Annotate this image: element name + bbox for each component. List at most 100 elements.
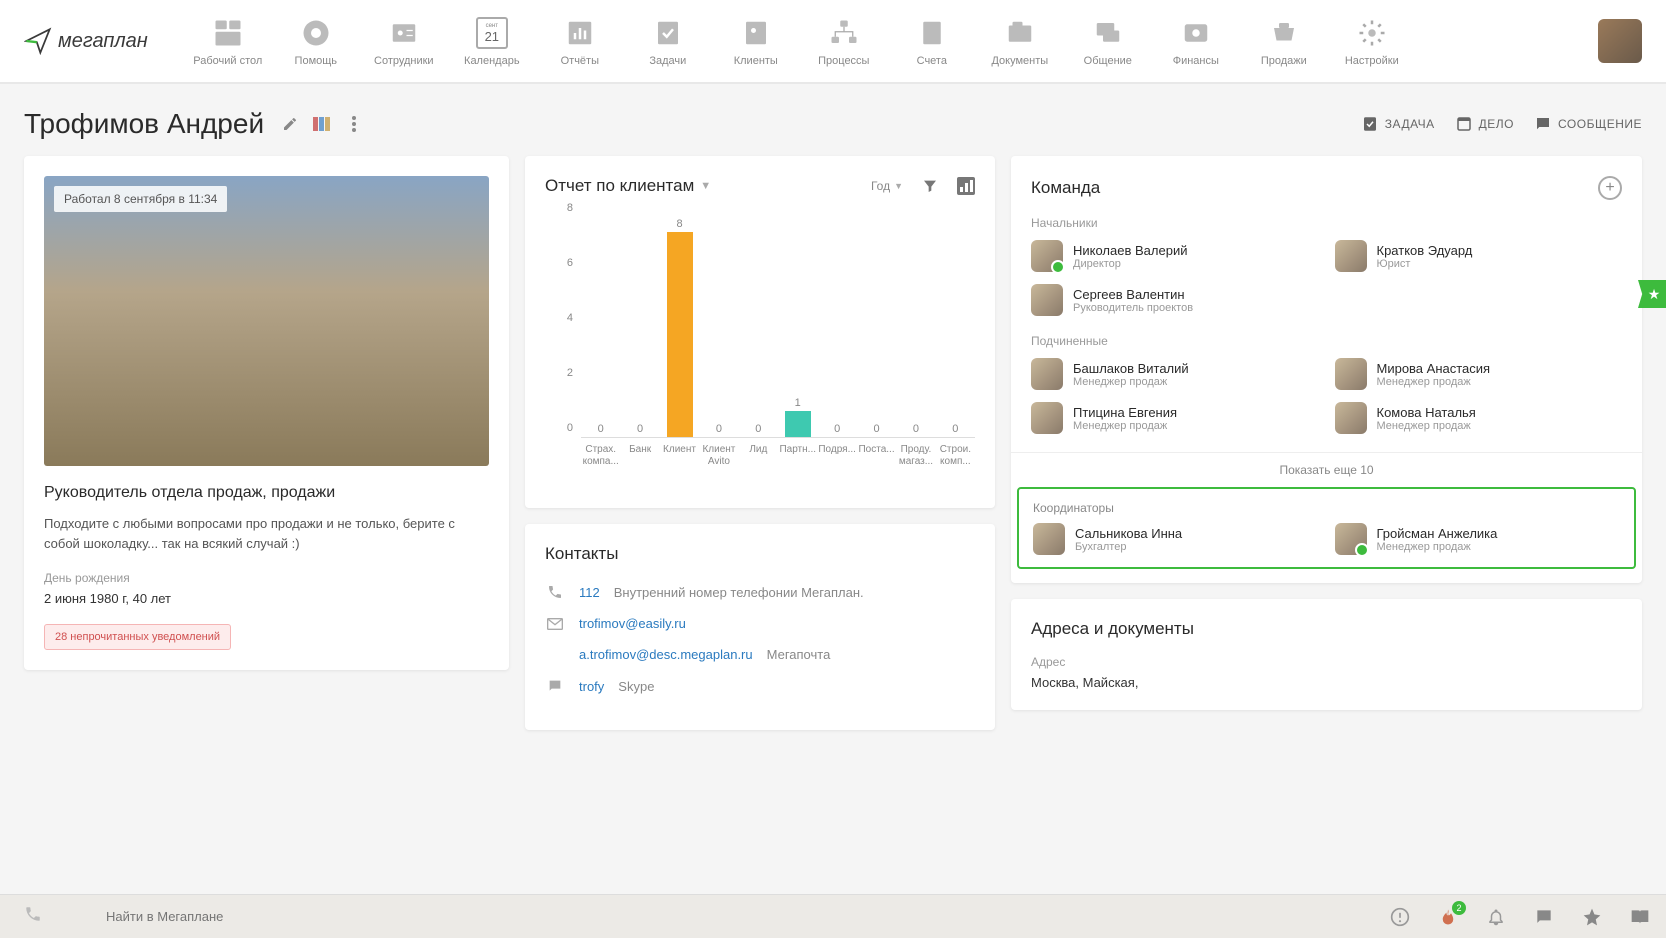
main-content: Работал 8 сентября в 11:34 Руководитель … (0, 156, 1666, 746)
invoices-icon (914, 15, 950, 51)
dial-icon[interactable] (16, 905, 82, 928)
bar-value-label: 0 (755, 423, 761, 435)
nav-processes[interactable]: Процессы (804, 15, 884, 67)
contact-email1-row: trofimov@easily.ru (545, 616, 975, 631)
skype-note: Skype (618, 679, 654, 694)
x-label: Банк (620, 444, 659, 468)
contacts-title: Контакты (545, 544, 975, 564)
address-card: Адреса и документы Адрес Москва, Майская… (1011, 599, 1642, 710)
person-role: Менеджер продаж (1073, 376, 1189, 388)
action-task[interactable]: ЗАДАЧА (1361, 115, 1435, 133)
action-todo[interactable]: ДЕЛО (1455, 115, 1514, 133)
nav-label: Помощь (295, 55, 338, 67)
person-name: Гройсман Анжелика (1377, 526, 1498, 541)
x-label: Партн... (778, 444, 817, 468)
action-message[interactable]: СООБЩЕНИЕ (1534, 115, 1642, 133)
skype-id[interactable]: trofy (579, 679, 604, 694)
person-avatar (1031, 358, 1063, 390)
more-icon[interactable] (344, 114, 364, 134)
person-role: Менеджер продаж (1377, 541, 1498, 553)
bar-chart: 02468 0080010000 Страх. компа...БанкКлие… (545, 208, 975, 488)
nav-settings[interactable]: Настройки (1332, 15, 1412, 67)
nav-label: Продажи (1261, 55, 1307, 67)
person-item[interactable]: Комова НатальяМенеджер продаж (1335, 402, 1623, 434)
nav-label: Клиенты (734, 55, 778, 67)
person-item[interactable]: Сергеев ВалентинРуководитель проектов (1031, 284, 1319, 316)
chat-icon[interactable] (1534, 907, 1554, 927)
nav-clients[interactable]: Клиенты (716, 15, 796, 67)
filter-icon[interactable] (921, 177, 939, 195)
x-label: Клиент (660, 444, 699, 468)
contacts-card: Контакты 112 Внутренний номер телефонии … (525, 524, 995, 730)
chart-type-icon[interactable] (957, 177, 975, 195)
notifications-badge[interactable]: 28 непрочитанных уведомлений (44, 624, 231, 650)
x-label: Строи. комп... (936, 444, 975, 468)
bar-column: 0 (581, 218, 620, 437)
subs-label: Подчиненные (1031, 334, 1622, 348)
nav-reports[interactable]: Отчёты (540, 15, 620, 67)
bar-column: 8 (660, 218, 699, 437)
x-label: Проду. магаз... (896, 444, 935, 468)
period-text: Год (871, 179, 890, 193)
clients-icon (738, 15, 774, 51)
person-item[interactable]: Гройсман АнжеликаМенеджер продаж (1335, 523, 1621, 555)
person-avatar (1031, 402, 1063, 434)
person-name: Птицина Евгения (1073, 405, 1177, 420)
nav-invoices[interactable]: Счета (892, 15, 972, 67)
profile-role: Руководитель отдела продаж, продажи (44, 484, 489, 502)
nav-tasks[interactable]: Задачи (628, 15, 708, 67)
person-avatar (1033, 523, 1065, 555)
nav-label: Общение (1084, 55, 1132, 67)
report-title-dropdown[interactable]: Отчет по клиентам ▼ (545, 176, 711, 196)
nav-dashboard[interactable]: Рабочий стол (188, 15, 268, 67)
global-search-input[interactable] (98, 901, 898, 932)
user-avatar[interactable] (1598, 19, 1642, 63)
nav-calendar[interactable]: сент21Календарь (452, 15, 532, 67)
bar-column: 0 (699, 218, 738, 437)
person-item[interactable]: Мирова АнастасияМенеджер продаж (1335, 358, 1623, 390)
nav-help[interactable]: Помощь (276, 15, 356, 67)
coord-grid: Сальникова ИннаБухгалтер Гройсман Анжелик… (1033, 523, 1620, 555)
star-icon[interactable] (1582, 907, 1602, 927)
person-item[interactable]: Башлаков ВиталийМенеджер продаж (1031, 358, 1319, 390)
profile-card: Работал 8 сентября в 11:34 Руководитель … (24, 156, 509, 670)
nav-label: Настройки (1345, 55, 1399, 67)
person-item[interactable]: Птицина ЕвгенияМенеджер продаж (1031, 402, 1319, 434)
top-navigation: мегаплан Рабочий стол Помощь Сотрудникисен… (0, 0, 1666, 84)
person-role: Менеджер продаж (1377, 376, 1491, 388)
todo-icon (1455, 115, 1473, 133)
person-name: Сергеев Валентин (1073, 287, 1193, 302)
person-item[interactable]: Кратков ЭдуардЮрист (1335, 240, 1623, 272)
nav-sales[interactable]: Продажи (1244, 15, 1324, 67)
alert-circle-icon[interactable] (1390, 907, 1410, 927)
period-dropdown[interactable]: Год ▼ (871, 179, 903, 193)
nav-chat[interactable]: Общение (1068, 15, 1148, 67)
email1[interactable]: trofimov@easily.ru (579, 616, 686, 631)
settings-icon (1354, 15, 1390, 51)
nav-finance[interactable]: Финансы (1156, 15, 1236, 67)
fire-icon[interactable]: 2 (1438, 907, 1458, 927)
bar-column: 0 (857, 218, 896, 437)
x-label: Лид (739, 444, 778, 468)
bosses-label: Начальники (1031, 216, 1622, 230)
task-icon (1361, 115, 1379, 133)
cards-icon[interactable] (312, 114, 332, 134)
tasks-icon (650, 15, 686, 51)
edit-icon[interactable] (280, 114, 300, 134)
add-team-member-button[interactable]: + (1598, 176, 1622, 200)
nav-employees[interactable]: Сотрудники (364, 15, 444, 67)
person-item[interactable]: Николаев ВалерийДиректор (1031, 240, 1319, 272)
show-more-button[interactable]: Показать еще 10 (1011, 452, 1642, 487)
person-item[interactable]: Сальникова ИннаБухгалтер (1033, 523, 1319, 555)
header-icon-group (280, 114, 364, 134)
email2[interactable]: a.trofimov@desc.megaplan.ru (579, 647, 753, 662)
report-card: Отчет по клиентам ▼ Год ▼ 02468 00800100… (525, 156, 995, 508)
logo[interactable]: мегаплан (24, 27, 148, 55)
phone-number[interactable]: 112 (579, 585, 600, 600)
nav-label: Процессы (818, 55, 869, 67)
nav-documents[interactable]: Документы (980, 15, 1060, 67)
bar-column: 0 (896, 218, 935, 437)
book-icon[interactable] (1630, 907, 1650, 927)
bar-value-label: 1 (795, 397, 801, 409)
bell-icon[interactable] (1486, 907, 1506, 927)
